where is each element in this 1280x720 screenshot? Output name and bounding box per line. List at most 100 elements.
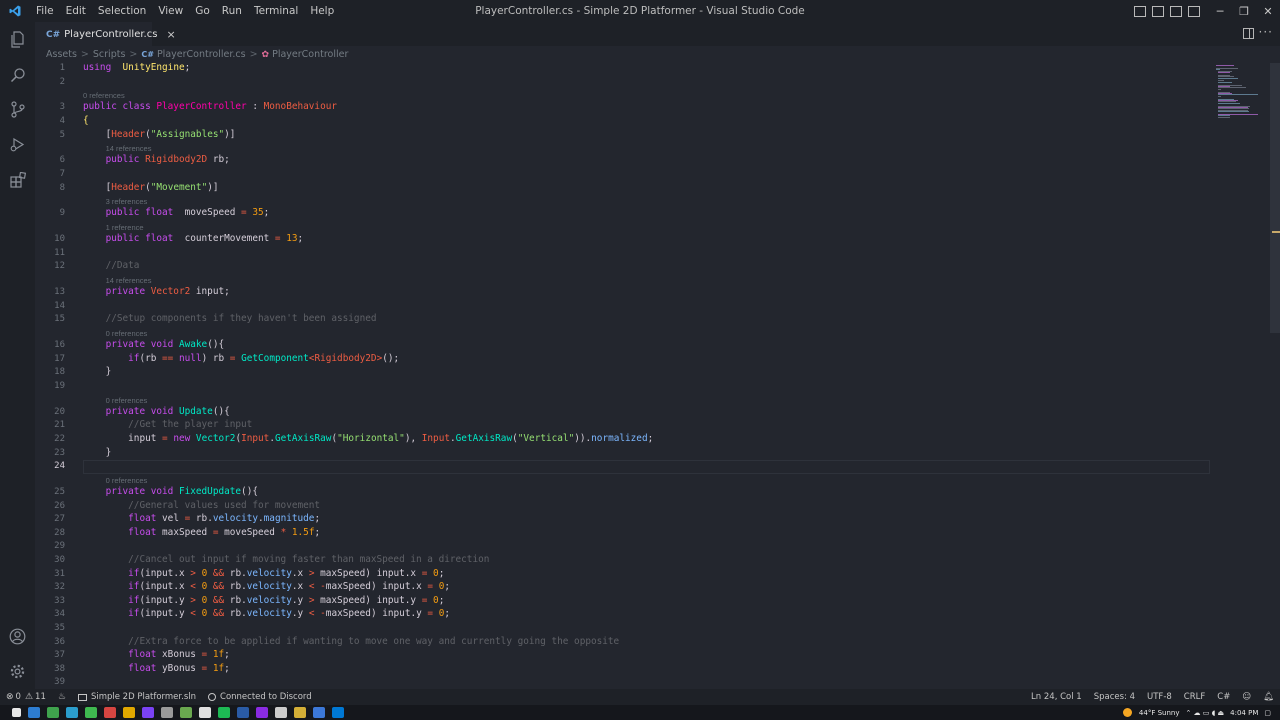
- source-control-icon[interactable]: [0, 92, 35, 127]
- settings-gear-icon[interactable]: [0, 654, 35, 689]
- omnisharp-status[interactable]: ♨: [52, 692, 72, 702]
- start-button-icon[interactable]: [11, 708, 21, 717]
- taskbar-app-icon[interactable]: [103, 707, 116, 718]
- codelens-references[interactable]: 0 references: [83, 91, 125, 100]
- weather-sun-icon[interactable]: [1123, 708, 1133, 717]
- code-line[interactable]: if(input.x > 0 && rb.velocity.x > maxSpe…: [83, 568, 444, 579]
- code-line[interactable]: //Cancel out input if moving faster than…: [83, 554, 489, 565]
- taskbar-app-icon[interactable]: [27, 707, 40, 718]
- menu-terminal[interactable]: Terminal: [248, 0, 304, 22]
- taskbar-app-icon[interactable]: [141, 707, 154, 718]
- system-tray-icons[interactable]: ⌃ ☁ ▭ ◖ ⏏: [1185, 709, 1224, 717]
- codelens-references[interactable]: 0 references: [106, 476, 148, 485]
- restore-button[interactable]: ❐: [1232, 0, 1256, 22]
- accounts-icon[interactable]: [0, 619, 35, 654]
- code-line[interactable]: if(rb == null) rb = GetComponent<Rigidbo…: [83, 353, 399, 364]
- codelens-references[interactable]: 3 references: [106, 197, 148, 206]
- menu-selection[interactable]: Selection: [92, 0, 152, 22]
- taskbar-app-icon[interactable]: [65, 707, 78, 718]
- code-line[interactable]: //Data: [83, 260, 140, 271]
- vscode-logo-icon[interactable]: [0, 0, 30, 22]
- code-line[interactable]: public float moveSpeed = 35;: [83, 207, 270, 218]
- close-tab-icon[interactable]: ×: [166, 28, 175, 41]
- cursor-position[interactable]: Ln 24, Col 1: [1025, 692, 1088, 702]
- breadcrumb-item-file[interactable]: PlayerController.cs: [157, 49, 246, 60]
- taskbar-app-icon[interactable]: [274, 707, 287, 718]
- code-line[interactable]: if(input.x < 0 && rb.velocity.x < -maxSp…: [83, 581, 450, 592]
- codelens-references[interactable]: 14 references: [106, 144, 152, 153]
- taskbar-app-icon[interactable]: [217, 707, 230, 718]
- toggle-secondary-sidebar-icon[interactable]: [1170, 5, 1182, 17]
- taskbar-app-icon[interactable]: [122, 707, 135, 718]
- menu-view[interactable]: View: [152, 0, 189, 22]
- menu-file[interactable]: File: [30, 0, 60, 22]
- solution-status[interactable]: Simple 2D Platformer.sln: [72, 692, 202, 702]
- extensions-icon[interactable]: [0, 162, 35, 197]
- taskbar-app-icon[interactable]: [198, 707, 211, 718]
- code-line[interactable]: using UnityEngine;: [83, 63, 190, 73]
- code-line[interactable]: [Header("Assignables")]: [83, 129, 236, 140]
- code-line[interactable]: float xBonus = 1f;: [83, 649, 230, 660]
- search-icon[interactable]: [0, 57, 35, 92]
- code-line[interactable]: float yBonus = 1f;: [83, 663, 230, 674]
- taskbar-app-icon[interactable]: [312, 707, 325, 718]
- code-line[interactable]: //Get the player input: [83, 419, 252, 430]
- breadcrumb-item-assets[interactable]: Assets: [46, 49, 77, 60]
- code-line[interactable]: }: [83, 447, 112, 458]
- discord-status[interactable]: Connected to Discord: [202, 692, 318, 702]
- language-mode[interactable]: C#: [1211, 692, 1236, 702]
- editor-scrollbar[interactable]: [1270, 63, 1280, 333]
- problems-status[interactable]: ⊗ 0 ⚠ 11: [0, 692, 52, 702]
- menu-run[interactable]: Run: [216, 0, 248, 22]
- tab-playercontroller[interactable]: C# PlayerController.cs ×: [35, 22, 176, 46]
- code-line[interactable]: private void Update(){: [83, 406, 230, 417]
- code-line[interactable]: float maxSpeed = moveSpeed * 1.5f;: [83, 527, 320, 538]
- end-of-line[interactable]: CRLF: [1178, 692, 1211, 702]
- codelens-references[interactable]: 0 references: [106, 396, 148, 405]
- weather-label[interactable]: 44°F Sunny: [1139, 709, 1180, 717]
- toggle-primary-sidebar-icon[interactable]: [1134, 5, 1146, 17]
- customize-layout-icon[interactable]: [1188, 5, 1200, 17]
- code-line[interactable]: private void Awake(){: [83, 339, 225, 350]
- codelens-references[interactable]: 1 reference: [106, 223, 144, 232]
- notifications-bell-icon[interactable]: 🔔︎: [1257, 692, 1280, 702]
- taskbar-app-icon[interactable]: [236, 707, 249, 718]
- taskbar-app-icon[interactable]: [46, 707, 59, 718]
- code-line[interactable]: public float counterMovement = 13;: [83, 233, 304, 244]
- codelens-references[interactable]: 0 references: [106, 329, 148, 338]
- taskbar-app-icon[interactable]: [293, 707, 306, 718]
- close-button[interactable]: ✕: [1256, 0, 1280, 22]
- explorer-icon[interactable]: [0, 22, 35, 57]
- taskbar-app-icon[interactable]: [84, 707, 97, 718]
- feedback-icon[interactable]: ☺: [1236, 692, 1257, 702]
- taskbar-app-icon[interactable]: [331, 707, 344, 718]
- menu-go[interactable]: Go: [189, 0, 216, 22]
- menu-help[interactable]: Help: [304, 0, 340, 22]
- notification-center-icon[interactable]: ▢: [1264, 709, 1271, 717]
- more-actions-icon[interactable]: ···: [1259, 25, 1273, 39]
- split-editor-icon[interactable]: [1243, 28, 1254, 39]
- taskbar-app-icon[interactable]: [255, 707, 268, 718]
- code-line[interactable]: }: [83, 366, 112, 377]
- code-line[interactable]: //Setup components if they haven't been …: [83, 313, 377, 324]
- code-line[interactable]: public class PlayerController : MonoBeha…: [83, 101, 337, 112]
- clock-label[interactable]: 4:04 PM: [1230, 709, 1258, 717]
- code-line[interactable]: input = new Vector2(Input.GetAxisRaw("Ho…: [83, 433, 653, 444]
- taskbar-app-icon[interactable]: [179, 707, 192, 718]
- toggle-panel-icon[interactable]: [1152, 5, 1164, 17]
- code-line[interactable]: //General values used for movement: [83, 500, 320, 511]
- code-line[interactable]: //Extra force to be applied if wanting t…: [83, 636, 619, 647]
- code-editor[interactable]: 1 using UnityEngine; 2 0 references 3 public …: [35, 63, 1210, 689]
- run-debug-icon[interactable]: [0, 127, 35, 162]
- encoding[interactable]: UTF-8: [1141, 692, 1178, 702]
- code-line[interactable]: if(input.y < 0 && rb.velocity.y < -maxSp…: [83, 608, 450, 619]
- code-line[interactable]: if(input.y > 0 && rb.velocity.y > maxSpe…: [83, 595, 444, 606]
- code-line[interactable]: float vel = rb.velocity.magnitude;: [83, 513, 320, 524]
- indentation[interactable]: Spaces: 4: [1088, 692, 1141, 702]
- codelens-references[interactable]: 14 references: [106, 276, 152, 285]
- code-line[interactable]: private Vector2 input;: [83, 286, 230, 297]
- code-line[interactable]: [Header("Movement")]: [83, 182, 219, 193]
- taskbar-app-icon[interactable]: [160, 707, 173, 718]
- code-line[interactable]: public Rigidbody2D rb;: [83, 154, 230, 165]
- minimize-button[interactable]: ─: [1208, 0, 1232, 22]
